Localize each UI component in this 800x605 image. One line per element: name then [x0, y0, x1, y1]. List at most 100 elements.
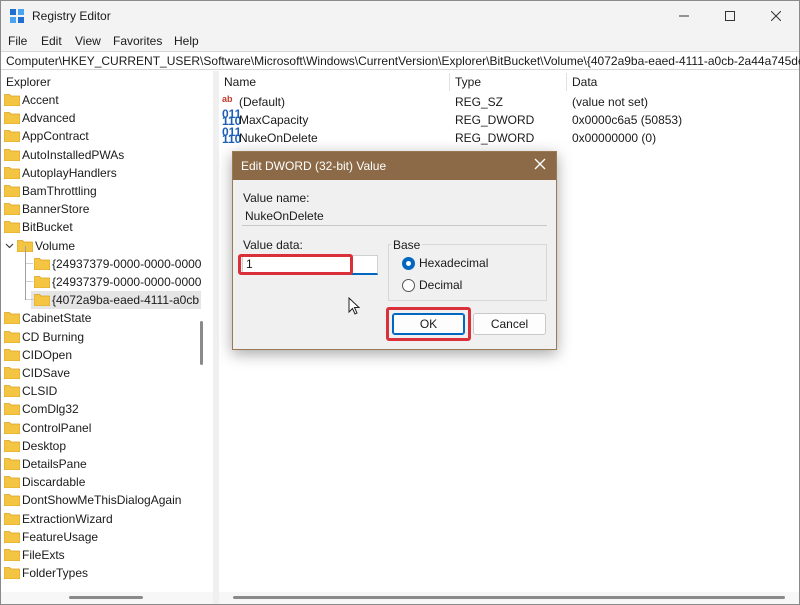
minimize-button[interactable] — [661, 1, 707, 31]
tree-item[interactable]: Accent — [1, 91, 213, 109]
tree-item-label: Discardable — [22, 475, 86, 490]
tree-item[interactable]: Advanced — [1, 109, 213, 127]
folder-icon — [4, 94, 20, 106]
maximize-button[interactable] — [707, 1, 753, 31]
highlight-box — [386, 307, 471, 341]
cancel-button[interactable]: Cancel — [473, 313, 546, 335]
tree-scrollbar[interactable] — [200, 321, 203, 365]
tree-item[interactable]: CabinetState — [1, 309, 213, 327]
tree-item-label: Accent — [22, 93, 59, 107]
tree-item[interactable]: {4072a9ba-eaed-4111-a0cb — [25, 282, 201, 310]
tree-item[interactable]: ExtractionWizard — [1, 510, 213, 528]
tree-item[interactable]: ComDlg32 — [1, 400, 213, 418]
column-separator[interactable] — [566, 73, 567, 91]
tree-item[interactable]: DetailsPane — [1, 455, 213, 473]
tree-item-label: {4072a9ba-eaed-4111-a0cb — [52, 293, 200, 308]
tree-connector — [25, 282, 33, 305]
folder-icon — [4, 203, 20, 216]
folder-icon — [4, 403, 20, 416]
value-data-label: Value data: — [243, 238, 303, 252]
hexadecimal-radio[interactable] — [402, 257, 415, 270]
address-bar[interactable]: Computer\HKEY_CURRENT_USER\Software\Micr… — [1, 51, 800, 70]
close-icon — [771, 11, 781, 21]
tree-item-label: DetailsPane — [22, 457, 87, 471]
close-icon — [534, 158, 546, 170]
dialog-title: Edit DWORD (32-bit) Value — [241, 159, 387, 173]
folder-icon — [4, 439, 20, 452]
chevron-down-icon[interactable] — [5, 237, 14, 260]
maximize-icon — [725, 11, 735, 21]
column-header-type[interactable]: Type — [455, 75, 481, 89]
tree-item-label: CD Burning — [22, 329, 85, 344]
tree-item[interactable]: CD Burning — [1, 328, 213, 346]
tree-item-label: CabinetState — [22, 311, 92, 326]
tree-item[interactable]: DontShowMeThisDialogAgain — [1, 491, 213, 509]
scroll-thumb[interactable] — [69, 596, 143, 599]
column-separator[interactable] — [449, 73, 450, 91]
folder-icon — [4, 476, 20, 489]
tree-item[interactable]: FeatureUsage — [1, 528, 213, 546]
tree-item-label: AutoplayHandlers — [22, 165, 117, 180]
tree-item-label: BitBucket — [22, 220, 73, 235]
folder-icon — [4, 312, 20, 325]
tree-item[interactable]: {24937379-0000-0000-0000 — [25, 264, 202, 291]
tree-item-label: AutoInstalledPWAs — [22, 147, 125, 162]
tree-item-label: ControlPanel — [22, 420, 92, 435]
value-type: REG_SZ — [455, 95, 504, 109]
hexadecimal-label[interactable]: Hexadecimal — [419, 256, 488, 270]
value-data: 0x00000000 (0) — [572, 131, 657, 145]
tree-item[interactable]: AppContract — [1, 127, 213, 145]
value-name: NukeOnDelete — [239, 131, 318, 145]
value-name: (Default) — [239, 95, 286, 109]
tree-item[interactable]: Discardable — [1, 473, 213, 491]
tree-item-label: FolderTypes — [22, 566, 89, 581]
tree-root[interactable]: Explorer — [1, 73, 213, 91]
binary-value-icon: 011 110 — [222, 107, 242, 128]
dialog-close-button[interactable] — [534, 157, 546, 174]
tree-horizontal-scrollbar[interactable] — [1, 592, 213, 604]
base-groupbox — [388, 244, 547, 301]
tree-item[interactable]: AutoInstalledPWAs — [1, 146, 213, 164]
value-row[interactable]: 011 110 NukeOnDelete REG_DWORD 0x00000000… — [219, 126, 799, 147]
menu-help[interactable]: Help — [174, 34, 199, 48]
tree-item[interactable]: Desktop — [1, 437, 213, 455]
value-row[interactable]: 011 110 MaxCapacity REG_DWORD 0x0000c6a5 … — [219, 107, 799, 129]
folder-icon — [4, 494, 20, 507]
decimal-radio[interactable] — [402, 279, 415, 292]
folder-icon — [4, 458, 20, 470]
column-header-data[interactable]: Data — [572, 75, 597, 89]
folder-icon — [4, 530, 20, 543]
close-button[interactable] — [753, 1, 799, 31]
menu-view[interactable]: View — [75, 34, 101, 48]
menu-favorites[interactable]: Favorites — [113, 34, 162, 48]
tree-item[interactable]: {24937379-0000-0000-0000 — [25, 245, 201, 273]
tree-item[interactable]: FolderTypes — [1, 564, 213, 582]
tree-item-label: CIDSave — [22, 366, 71, 380]
address-path[interactable]: Computer\HKEY_CURRENT_USER\Software\Micr… — [6, 54, 800, 68]
tree-item-label: AppContract — [22, 129, 89, 144]
tree-item-label: Volume — [35, 238, 76, 253]
column-header-name[interactable]: Name — [224, 75, 256, 89]
list-horizontal-scrollbar[interactable] — [219, 592, 799, 604]
title-bar[interactable]: Registry Editor — [1, 1, 799, 31]
tree-item[interactable]: BitBucket — [1, 218, 213, 236]
tree-item[interactable]: ControlPanel — [1, 419, 213, 437]
tree-item[interactable]: BamThrottling — [1, 182, 213, 200]
tree-item[interactable]: CIDSave — [1, 364, 213, 382]
tree-item[interactable]: CLSID — [1, 382, 213, 400]
dialog-title-bar[interactable]: Edit DWORD (32-bit) Value — [233, 152, 556, 180]
tree-item[interactable]: AutoplayHandlers — [1, 164, 213, 182]
tree-item[interactable]: CIDOpen — [1, 346, 213, 364]
tree-item-label: {24937379-0000-0000-0000 — [52, 275, 202, 289]
tree-item[interactable]: BannerStore — [1, 200, 213, 218]
menu-file[interactable]: File — [8, 34, 27, 48]
folder-icon — [4, 148, 20, 161]
highlight-box — [238, 254, 353, 275]
folder-icon — [4, 185, 20, 197]
scroll-thumb[interactable] — [233, 596, 785, 599]
folder-icon — [34, 294, 50, 307]
menu-edit[interactable]: Edit — [41, 34, 62, 48]
tree-item[interactable]: FileExts — [1, 546, 213, 564]
decimal-label[interactable]: Decimal — [419, 278, 462, 292]
value-row[interactable]: ab (Default) REG_SZ (value not set) — [219, 93, 799, 111]
